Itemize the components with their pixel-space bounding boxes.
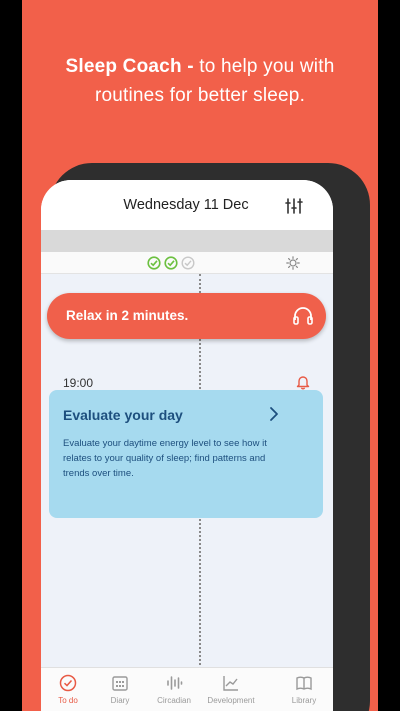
relax-label: Relax in 2 minutes. xyxy=(66,308,189,323)
nav-item-circadian[interactable]: Circadian xyxy=(147,668,201,711)
nav-label: To do xyxy=(58,696,78,705)
nav-item-todo[interactable]: To do xyxy=(41,668,95,711)
headline-bold: Sleep Coach - xyxy=(65,56,194,77)
progress-row xyxy=(41,252,333,274)
top-bar: Wednesday 11 Dec xyxy=(41,180,333,230)
nav-item-library[interactable]: Library xyxy=(277,668,331,711)
nav-item-development[interactable]: Development xyxy=(199,668,263,711)
sun-icon xyxy=(286,256,300,270)
check-done-icon xyxy=(147,256,161,270)
nav-item-diary[interactable]: Diary xyxy=(93,668,147,711)
nav-label: Circadian xyxy=(157,696,191,705)
check-done-icon xyxy=(164,256,178,270)
bell-icon[interactable] xyxy=(295,374,311,390)
nav-label: Development xyxy=(207,696,255,705)
card-title: Evaluate your day xyxy=(63,407,183,423)
card-body: Evaluate your daytime energy level to se… xyxy=(63,438,267,479)
relax-banner[interactable]: Relax in 2 minutes. xyxy=(47,293,326,339)
wave-bars-icon xyxy=(167,676,183,690)
todo-content[interactable]: Relax in 2 minutes. 19:00 Evaluate your … xyxy=(41,252,333,669)
headline-line2: routines for better sleep. xyxy=(94,85,306,106)
filter-settings-icon[interactable] xyxy=(284,196,304,216)
headline-line1: to help you with xyxy=(193,56,335,77)
chevron-right-icon[interactable] xyxy=(267,406,281,422)
date-title: Wednesday 11 Dec xyxy=(123,197,249,213)
evaluate-day-card[interactable]: Evaluate your day Evaluate your daytime … xyxy=(49,390,323,518)
app-screen: Wednesday 11 Dec Relax in 2 minutes. 19:… xyxy=(41,180,333,711)
line-chart-icon xyxy=(223,676,238,691)
nav-label: Diary xyxy=(110,696,130,705)
bottom-nav: To do Diary Circadian Development Librar… xyxy=(41,667,333,711)
nav-label: Library xyxy=(291,696,317,705)
divider-bar xyxy=(41,230,333,252)
book-icon xyxy=(296,676,312,691)
calendar-icon xyxy=(112,676,128,691)
schedule-time: 19:00 xyxy=(63,376,94,390)
headphones-icon[interactable] xyxy=(292,306,314,326)
promo-headline: Sleep Coach - to help you with routines … xyxy=(22,52,378,110)
check-pending-icon xyxy=(181,256,195,270)
clock-check-icon xyxy=(59,674,77,692)
